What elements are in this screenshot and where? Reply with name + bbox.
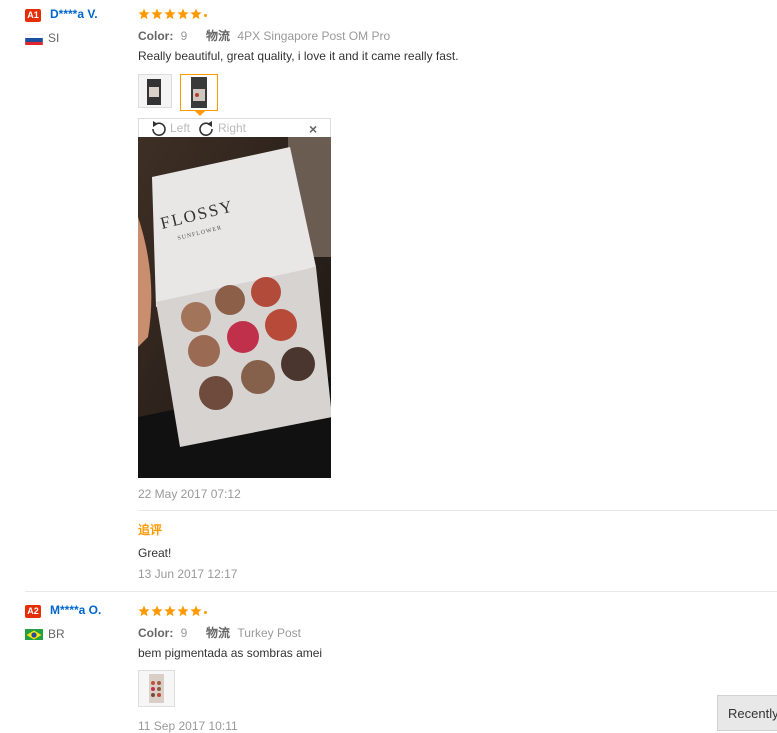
review-date: 11 Sep 2017 10:11 — [138, 719, 238, 733]
star-icon — [177, 8, 189, 20]
review-date: 22 May 2017 07:12 — [138, 487, 241, 501]
rotate-left-icon — [152, 121, 166, 136]
logistics-value: Turkey Post — [237, 626, 301, 640]
image-viewer-toolbar: Left Right × — [138, 118, 331, 138]
star-icon — [177, 605, 189, 617]
flag-si-icon — [25, 33, 43, 45]
review-photo-thumb[interactable] — [138, 670, 175, 707]
review-photo-thumb-selected[interactable] — [180, 74, 218, 111]
reviewer-name[interactable]: D****a V. — [50, 7, 98, 21]
rotate-left-label[interactable]: Left — [170, 121, 190, 135]
rating-stars — [138, 605, 207, 617]
recently-viewed-button[interactable]: Recently — [717, 695, 777, 731]
flag-br-icon — [25, 628, 43, 640]
logistics-label: 物流 — [206, 29, 231, 43]
thumb-pointer-icon — [195, 111, 205, 116]
review-photo-thumb[interactable] — [138, 74, 172, 108]
logistics-label: 物流 — [206, 626, 231, 640]
star-icon — [138, 8, 150, 20]
color-value: 9 — [180, 29, 188, 43]
review-divider — [25, 591, 777, 592]
star-icon — [164, 605, 176, 617]
logistics-value: 4PX Singapore Post OM Pro — [237, 29, 391, 43]
followup-divider — [138, 510, 777, 511]
color-value: 9 — [180, 626, 188, 640]
review-meta: Color: 9 物流 Turkey Post — [138, 624, 301, 641]
reviewer-country: SI — [48, 31, 60, 45]
star-dot-icon — [204, 13, 207, 17]
color-label: Color: — [138, 29, 174, 43]
review-meta: Color: 9 物流 4PX Singapore Post OM Pro — [138, 27, 390, 44]
reviewer-name[interactable]: M****a O. — [50, 603, 101, 617]
star-icon — [138, 605, 150, 617]
buyer-level-badge: A2 — [25, 605, 41, 618]
star-icon — [151, 8, 163, 20]
review-text: bem pigmentada as sombras amei — [138, 646, 323, 660]
color-label: Color: — [138, 626, 174, 640]
star-icon — [164, 8, 176, 20]
star-icon — [190, 8, 202, 20]
close-viewer-button[interactable]: × — [309, 121, 317, 137]
rotate-right-icon — [199, 121, 213, 136]
rating-stars — [138, 8, 207, 20]
followup-text: Great! — [138, 546, 172, 560]
rotate-right-label[interactable]: Right — [218, 121, 246, 135]
star-icon — [151, 605, 163, 617]
star-icon — [190, 605, 202, 617]
review-text: Really beautiful, great quality, i love … — [138, 49, 459, 63]
followup-label: 追评 — [138, 523, 163, 537]
review-photo-large: FLOSSY SUNFLOWER — [138, 137, 332, 478]
buyer-level-badge: A1 — [25, 9, 41, 22]
reviewer-country: BR — [48, 627, 65, 641]
star-dot-icon — [204, 610, 207, 614]
followup-date: 13 Jun 2017 12:17 — [138, 567, 238, 581]
